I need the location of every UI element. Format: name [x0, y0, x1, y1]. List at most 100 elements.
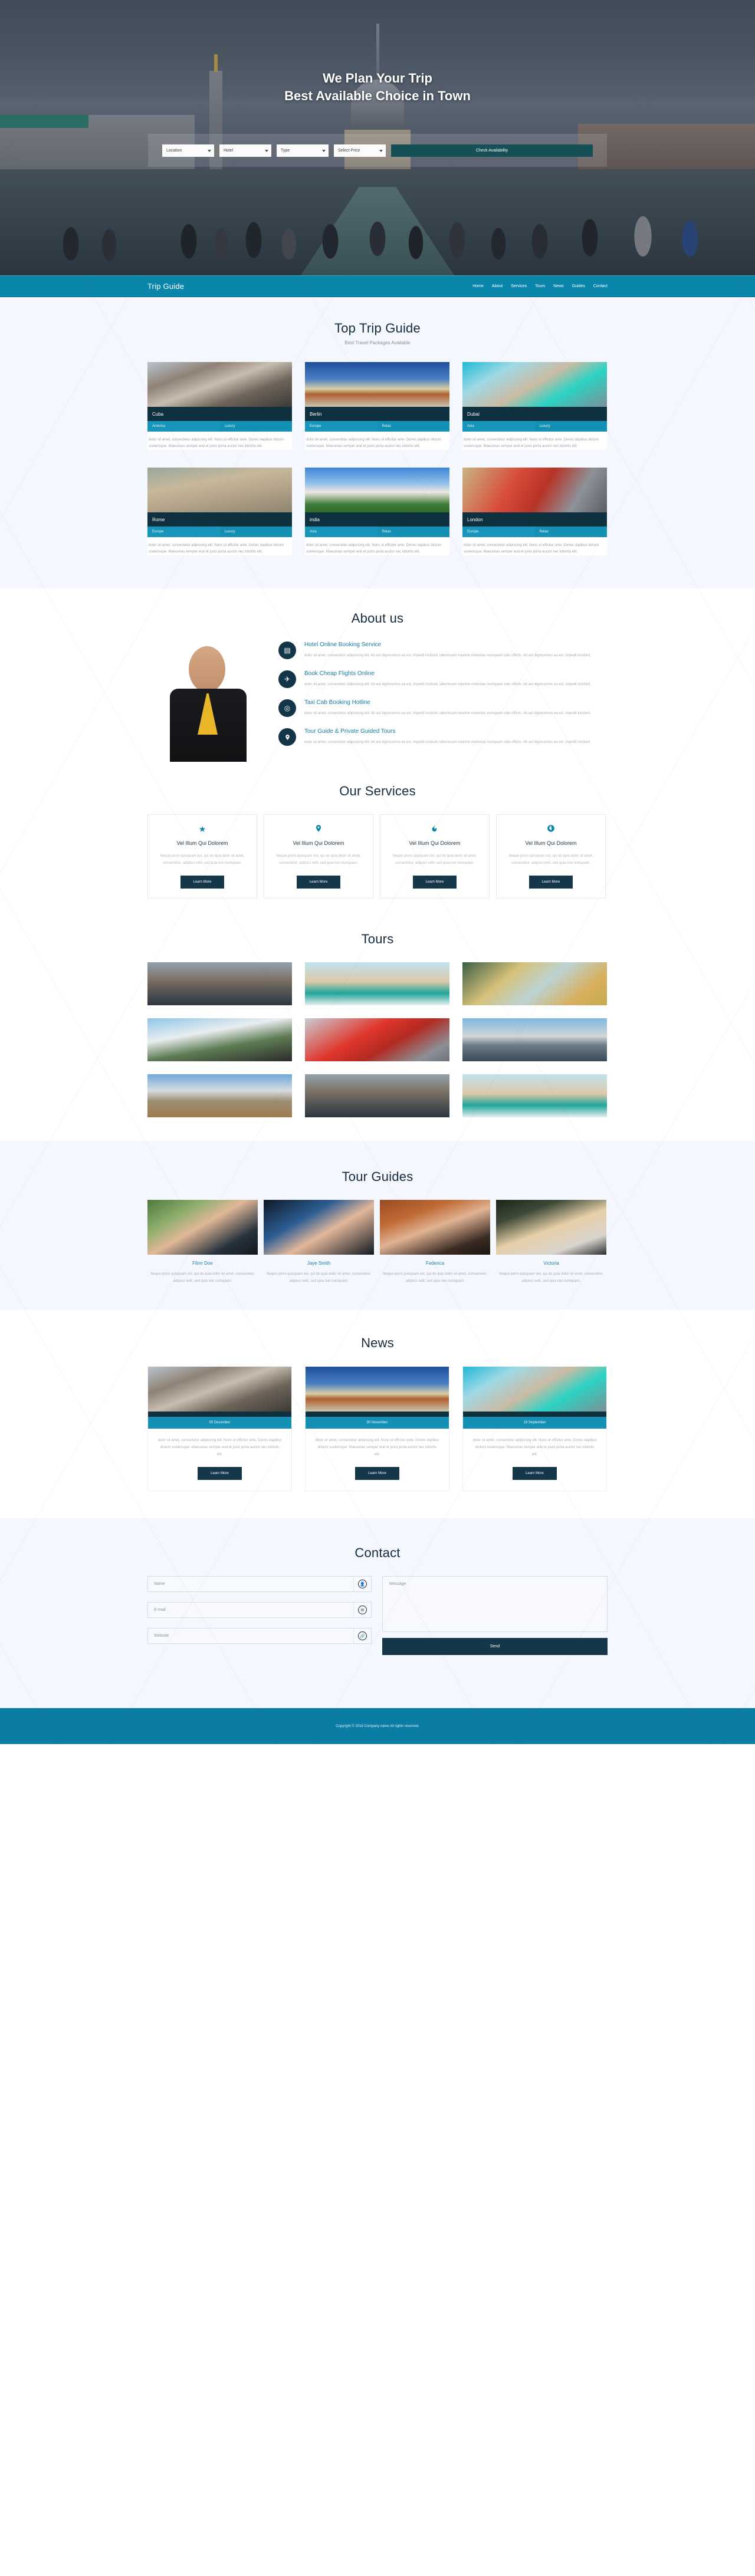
guide-name[interactable]: Jaye Smith: [264, 1261, 374, 1266]
about-feature-heading[interactable]: Hotel Online Booking Service: [304, 641, 591, 648]
tour-thumbnail[interactable]: [147, 1018, 292, 1061]
learn-more-button[interactable]: Learn More: [198, 1467, 242, 1480]
trip-card-tag-region[interactable]: Asia: [305, 527, 378, 537]
service-card[interactable]: Vel Illum Qui Dolorem Neque porro quisqu…: [264, 814, 373, 899]
learn-more-button[interactable]: Learn More: [180, 876, 225, 889]
site-logo[interactable]: Trip Guide: [147, 282, 184, 291]
services-card-row: ★ Vel Illum Qui Dolorem Neque porro quis…: [147, 814, 608, 899]
name-input[interactable]: [148, 1577, 353, 1591]
nav-item-about[interactable]: About: [492, 284, 503, 288]
learn-more-button[interactable]: Learn More: [528, 876, 573, 889]
tour-thumbnail[interactable]: [147, 962, 292, 1005]
guide-card[interactable]: Jaye Smith Neque porro quisquam est, qui…: [264, 1200, 374, 1285]
trip-card-tag-style[interactable]: Relax: [377, 421, 449, 432]
location-select-value: Location: [166, 148, 182, 153]
trip-card-tag-style[interactable]: Luxury: [219, 527, 292, 537]
send-button[interactable]: Send: [382, 1638, 608, 1655]
nav-item-news[interactable]: News: [553, 284, 564, 288]
guide-name[interactable]: Victoria: [496, 1261, 606, 1266]
news-card[interactable]: 30 November dolor sit amet, consectetur …: [305, 1366, 449, 1491]
message-textarea[interactable]: [382, 1576, 608, 1632]
nav-item-tours[interactable]: Tours: [535, 284, 545, 288]
trip-card[interactable]: india Asia Relax dolor sit amet, consect…: [305, 468, 449, 555]
guide-card[interactable]: Filmr Doe Neque porro quisquam est, qui …: [147, 1200, 258, 1285]
tour-thumbnail[interactable]: [305, 1018, 449, 1061]
service-card-heading: Vel Illum Qui Dolorem: [409, 840, 461, 846]
website-input[interactable]: [148, 1628, 353, 1643]
map-pin-icon: [278, 728, 296, 746]
learn-more-button[interactable]: Learn More: [513, 1467, 557, 1480]
about-feature[interactable]: ◎ Taxi Cab Booking Hotline dolor sit ame…: [278, 699, 608, 717]
tour-thumbnail[interactable]: [305, 962, 449, 1005]
trip-card[interactable]: Dubai Asia Luxury dolor sit amet, consec…: [462, 362, 607, 450]
trip-card-row-2: Rome Europe Luxury dolor sit amet, conse…: [147, 468, 608, 555]
nav-item-services[interactable]: Services: [511, 284, 527, 288]
email-input[interactable]: [148, 1603, 353, 1617]
chevron-down-icon: [208, 150, 211, 152]
trip-card-tag-style[interactable]: Luxury: [534, 421, 607, 432]
location-select[interactable]: Location: [162, 144, 214, 157]
website-field[interactable]: 🔗: [147, 1628, 372, 1644]
trip-card-image: [462, 468, 607, 512]
service-card[interactable]: ★ Vel Illum Qui Dolorem Neque porro quis…: [147, 814, 257, 899]
news-card[interactable]: 19 September dolor sit amet, consectetur…: [462, 1366, 607, 1491]
trip-card-tag-region[interactable]: Europe: [305, 421, 378, 432]
trip-card-tag-style[interactable]: Relax: [534, 527, 607, 537]
email-field[interactable]: ✉: [147, 1602, 372, 1618]
learn-more-button[interactable]: Learn More: [355, 1467, 399, 1480]
trip-card-tag-style[interactable]: Luxury: [219, 421, 292, 432]
tour-thumbnail[interactable]: [462, 1074, 607, 1117]
trip-card[interactable]: Rome Europe Luxury dolor sit amet, conse…: [147, 468, 292, 555]
trip-card-text: dolor sit amet, consectetur adipiscing e…: [464, 544, 599, 554]
nav-item-contact[interactable]: Contact: [593, 284, 608, 288]
services-section: Our Services ★ Vel Illum Qui Dolorem Neq…: [0, 775, 755, 916]
type-select[interactable]: Type: [277, 144, 329, 157]
check-availability-button[interactable]: Check Availability: [391, 144, 593, 157]
link-icon: 🔗: [353, 1628, 371, 1643]
news-card[interactable]: 05 December dolor sit amet, consectetur …: [147, 1366, 292, 1491]
service-card[interactable]: Vel Illum Qui Dolorem Neque porro quisqu…: [496, 814, 606, 899]
trip-card-name: Rome: [147, 512, 292, 527]
trip-card[interactable]: Cuba America Luxury dolor sit amet, cons…: [147, 362, 292, 450]
about-feature[interactable]: ▤ Hotel Online Booking Service dolor sit…: [278, 641, 608, 659]
trip-card[interactable]: London Europe Relax dolor sit amet, cons…: [462, 468, 607, 555]
news-accent-bar: [463, 1412, 606, 1417]
tour-thumbnail[interactable]: [462, 1018, 607, 1061]
tours-title: Tours: [361, 932, 394, 946]
tour-thumbnail[interactable]: [147, 1074, 292, 1117]
guide-card[interactable]: Federica Neque porro quisquam est, qui d…: [380, 1200, 490, 1285]
about-feature-heading[interactable]: Taxi Cab Booking Hotline: [304, 699, 591, 706]
tours-gallery: [147, 962, 608, 1117]
nav-item-guides[interactable]: Guides: [572, 284, 585, 288]
hero-title-line-1: We Plan Your Trip: [323, 71, 432, 85]
guide-name[interactable]: Filmr Doe: [147, 1261, 258, 1266]
about-feature[interactable]: Tour Guide & Private Guided Tours dolor …: [278, 728, 608, 746]
name-field[interactable]: 👤: [147, 1576, 372, 1592]
trip-card-text: dolor sit amet, consectetur adipiscing e…: [306, 438, 442, 448]
guide-card[interactable]: Victoria Neque porro quisquam est, qui d…: [496, 1200, 606, 1285]
price-select-value: Select Price: [338, 148, 360, 153]
service-card[interactable]: Vel Illum Qui Dolorem Neque porro quisqu…: [380, 814, 490, 899]
chevron-down-icon: [265, 150, 268, 152]
nav-item-home[interactable]: Home: [472, 284, 484, 288]
learn-more-button[interactable]: Learn More: [412, 876, 457, 889]
learn-more-button[interactable]: Learn More: [296, 876, 341, 889]
trip-card-tag-region[interactable]: America: [147, 421, 220, 432]
tour-thumbnail[interactable]: [305, 1074, 449, 1117]
hero-banner: We Plan Your Trip Best Available Choice …: [0, 0, 755, 275]
hotel-select[interactable]: Hotel: [219, 144, 271, 157]
trip-card-tag-region[interactable]: Europe: [462, 527, 535, 537]
guide-avatar: [380, 1200, 490, 1255]
price-select[interactable]: Select Price: [334, 144, 386, 157]
trip-card-tag-region[interactable]: Europe: [147, 527, 220, 537]
trip-card-tags: America Luxury: [147, 421, 292, 432]
trip-card-tag-style[interactable]: Relax: [377, 527, 449, 537]
about-feature[interactable]: ✈ Book Cheap Flights Online dolor sit am…: [278, 670, 608, 688]
trip-card[interactable]: Berlin Europe Relax dolor sit amet, cons…: [305, 362, 449, 450]
tours-section: Tours: [0, 916, 755, 1141]
about-feature-heading[interactable]: Book Cheap Flights Online: [304, 670, 591, 677]
about-feature-heading[interactable]: Tour Guide & Private Guided Tours: [304, 728, 591, 735]
trip-card-tag-region[interactable]: Asia: [462, 421, 535, 432]
tour-thumbnail[interactable]: [462, 962, 607, 1005]
guide-name[interactable]: Federica: [380, 1261, 490, 1266]
